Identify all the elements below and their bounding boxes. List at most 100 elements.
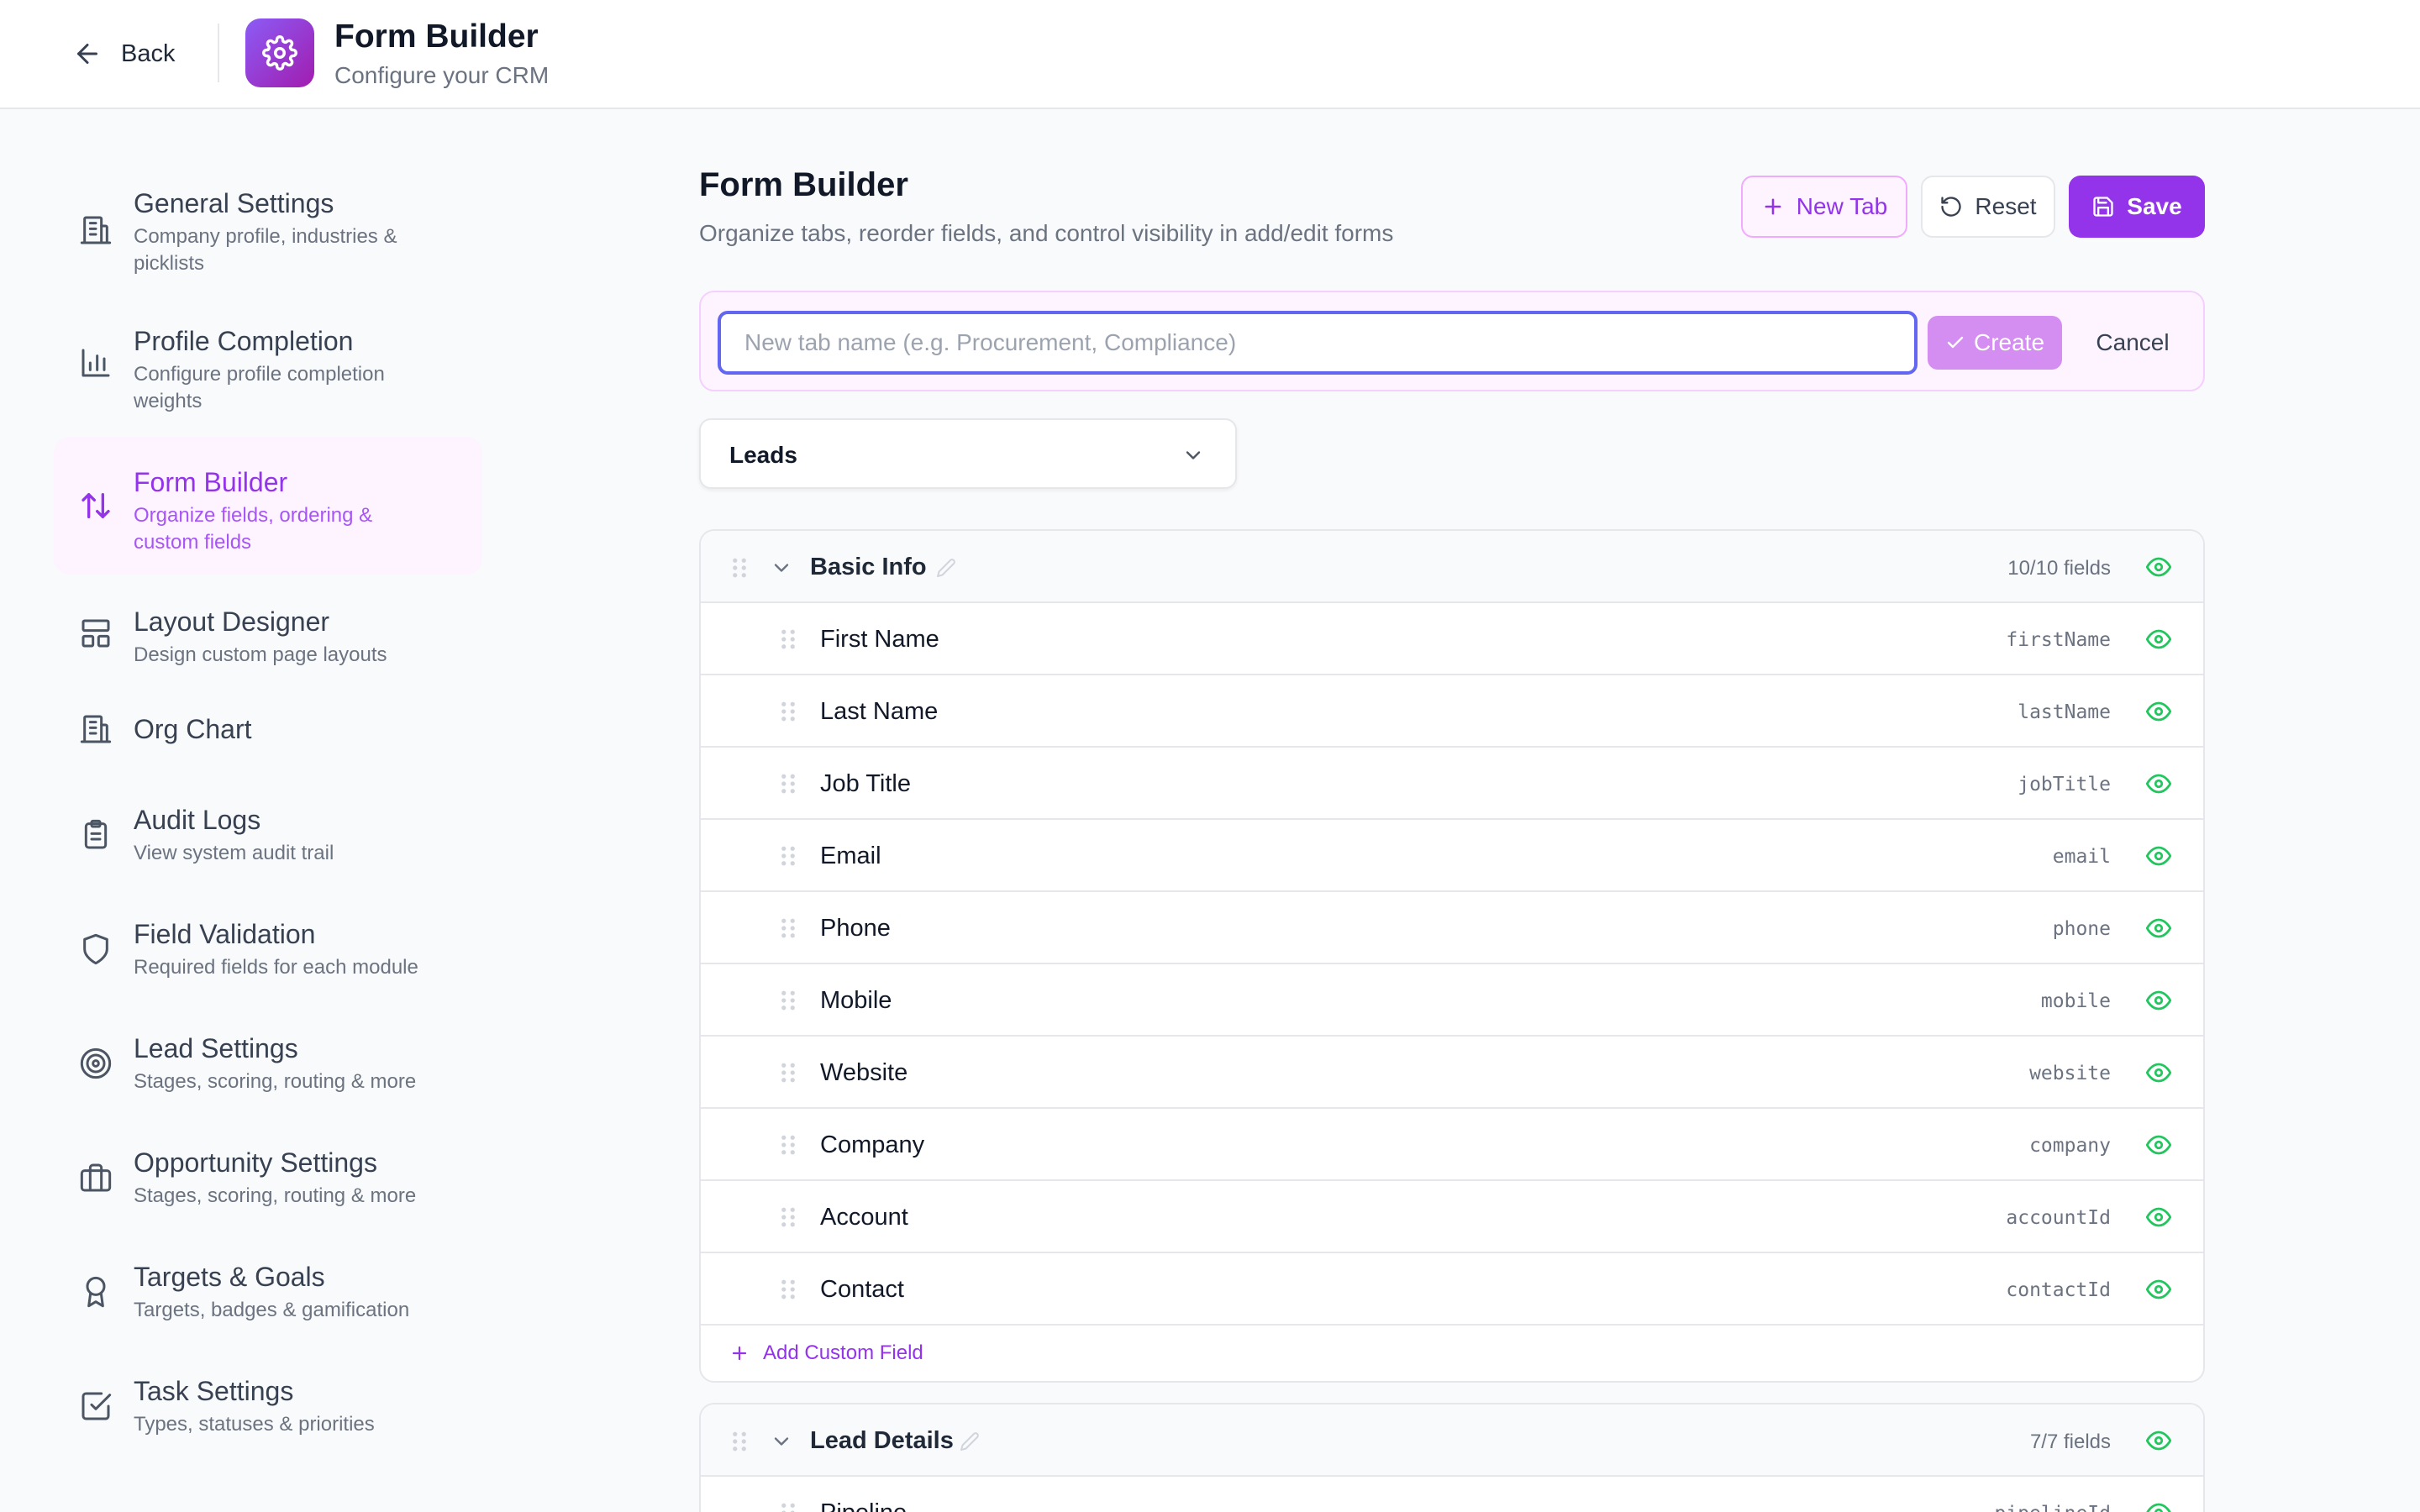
field-label: Company (820, 1131, 925, 1158)
eye-icon[interactable] (2146, 916, 2171, 941)
eye-icon[interactable] (2146, 1500, 2171, 1512)
module-select-value: Leads (729, 442, 797, 468)
field-label: Phone (820, 915, 891, 942)
drag-handle-icon[interactable] (729, 1430, 750, 1453)
field-row: Website website (701, 1037, 2203, 1109)
clipboard-icon (79, 818, 113, 852)
create-label: Create (1973, 329, 2045, 355)
section-header: Basic Info 10/10 fields (701, 531, 2203, 603)
eye-icon[interactable] (2146, 554, 2171, 580)
sidebar-item-org-chart[interactable]: Org Chart (54, 685, 482, 776)
sidebar-item-title: Opportunity Settings (134, 1147, 377, 1178)
drag-handle-icon[interactable] (778, 1205, 798, 1229)
sidebar-item-profile-completion[interactable]: Profile Completion Configure profile com… (54, 296, 482, 437)
drag-handle-icon[interactable] (778, 772, 798, 795)
settings-sidebar: General Settings Company profile, indust… (54, 160, 482, 1462)
module-select[interactable]: Leads (699, 418, 1237, 489)
field-key: lastName (2018, 701, 2111, 723)
chevron-down-icon[interactable] (770, 1430, 793, 1453)
sidebar-item-desc: Stages, scoring, routing & more (134, 1184, 417, 1207)
eye-icon[interactable] (2146, 1132, 2171, 1158)
save-icon (2093, 197, 2113, 217)
drag-handle-icon[interactable] (778, 1133, 798, 1157)
field-label: Contact (820, 1276, 904, 1303)
sidebar-item-opportunity-settings[interactable]: Opportunity Settings Stages, scoring, ro… (54, 1119, 482, 1233)
field-key: accountId (2006, 1207, 2111, 1229)
sidebar-item-title: Lead Settings (134, 1033, 298, 1063)
field-key: contactId (2006, 1279, 2111, 1301)
section-title: Lead Details (810, 1427, 954, 1454)
field-row: Email email (701, 820, 2203, 892)
target-icon (79, 1047, 113, 1080)
sidebar-item-title: Profile Completion (134, 326, 354, 356)
sort-arrows-icon (79, 489, 113, 522)
drag-handle-icon[interactable] (778, 1501, 798, 1512)
check-square-icon (79, 1389, 113, 1423)
plus-icon (732, 1346, 747, 1361)
drag-handle-icon[interactable] (778, 1278, 798, 1301)
eye-icon[interactable] (2146, 771, 2171, 796)
section-field-count: 10/10 fields (2007, 557, 2111, 580)
sidebar-item-audit-logs[interactable]: Audit Logs View system audit trail (54, 776, 482, 890)
app-logo (245, 18, 314, 87)
save-button[interactable]: Save (2069, 176, 2205, 238)
eye-icon[interactable] (2146, 1428, 2171, 1453)
drag-handle-icon[interactable] (778, 916, 798, 940)
chevron-down-icon[interactable] (770, 556, 793, 580)
field-row: Company company (701, 1109, 2203, 1181)
top-header: Back Form Builder Configure your CRM (0, 0, 2420, 109)
sidebar-item-field-validation[interactable]: Field Validation Required fields for eac… (54, 890, 482, 1005)
field-key: email (2052, 846, 2111, 868)
eye-icon[interactable] (2146, 1277, 2171, 1302)
field-label: Website (820, 1059, 908, 1086)
eye-icon[interactable] (2146, 1205, 2171, 1230)
sidebar-item-desc: Configure profile completion weights (134, 363, 385, 412)
pencil-icon[interactable] (960, 1431, 980, 1452)
plus-icon (1765, 198, 1781, 215)
pencil-icon[interactable] (936, 558, 956, 578)
reset-button[interactable]: Reset (1921, 176, 2055, 238)
drag-handle-icon[interactable] (778, 1061, 798, 1084)
drag-handle-icon[interactable] (778, 627, 798, 651)
drag-handle-icon[interactable] (778, 844, 798, 868)
field-row: Mobile mobile (701, 964, 2203, 1037)
create-tab-button[interactable]: Create (1928, 316, 2062, 370)
add-custom-field-button[interactable]: Add Custom Field (701, 1326, 2203, 1381)
sidebar-item-form-builder[interactable]: Form Builder Organize fields, ordering &… (54, 437, 482, 575)
sidebar-item-layout-designer[interactable]: Layout Designer Design custom page layou… (54, 575, 482, 685)
section-field-count: 7/7 fields (2029, 1431, 2111, 1453)
new-tab-name-input[interactable] (718, 311, 1918, 375)
sidebar-item-task-settings[interactable]: Task Settings Types, statuses & prioriti… (54, 1347, 482, 1462)
sidebar-item-lead-settings[interactable]: Lead Settings Stages, scoring, routing &… (54, 1005, 482, 1119)
building-icon (79, 213, 113, 247)
sidebar-item-targets-goals[interactable]: Targets & Goals Targets, badges & gamifi… (54, 1233, 482, 1347)
gear-icon (262, 35, 297, 71)
sidebar-item-desc: Stages, scoring, routing & more (134, 1070, 417, 1093)
sidebar-item-title: Form Builder (134, 467, 288, 497)
eye-icon[interactable] (2146, 1060, 2171, 1085)
drag-handle-icon[interactable] (778, 700, 798, 723)
eye-icon[interactable] (2146, 843, 2171, 869)
eye-icon[interactable] (2146, 988, 2171, 1013)
field-key: pipelineId (1995, 1503, 2111, 1512)
chevron-down-icon (1186, 451, 1201, 459)
sidebar-item-general-settings[interactable]: General Settings Company profile, indust… (54, 160, 482, 296)
sidebar-item-title: Targets & Goals (134, 1262, 325, 1292)
new-tab-button[interactable]: New Tab (1741, 176, 1907, 238)
save-label: Save (2127, 193, 2182, 219)
form-section-basic-info: Basic Info 10/10 fields First Name first… (699, 529, 2205, 1383)
field-row: Phone phone (701, 892, 2203, 964)
field-row: Account accountId (701, 1181, 2203, 1253)
cancel-button[interactable]: Cancel (2074, 316, 2191, 370)
eye-icon[interactable] (2146, 627, 2171, 652)
drag-handle-icon[interactable] (729, 556, 750, 580)
drag-handle-icon[interactable] (778, 989, 798, 1012)
sidebar-item-desc: Organize fields, ordering & custom field… (134, 504, 373, 554)
eye-icon[interactable] (2146, 699, 2171, 724)
section-title: Basic Info (810, 554, 927, 580)
back-button[interactable]: Back (72, 34, 175, 74)
field-row: Contact contactId (701, 1253, 2203, 1326)
sidebar-item-title: Layout Designer (134, 606, 330, 637)
sidebar-item-title: Task Settings (134, 1376, 294, 1406)
form-section-lead-details: Lead Details 7/7 fields Pipeline pipelin… (699, 1403, 2205, 1512)
